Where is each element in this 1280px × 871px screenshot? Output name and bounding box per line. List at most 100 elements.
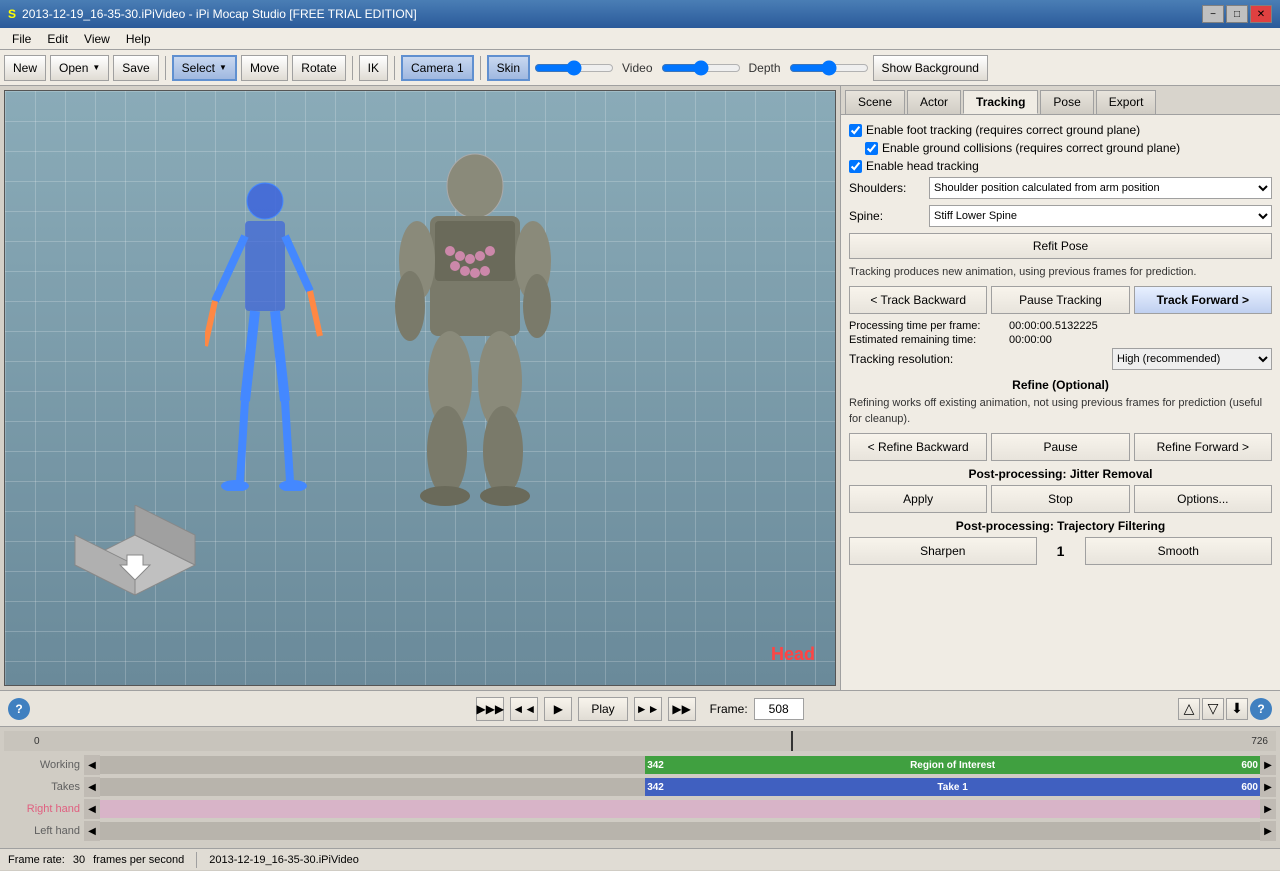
camera-button[interactable]: Camera 1 — [401, 55, 474, 81]
tab-pose[interactable]: Pose — [1040, 90, 1093, 114]
move-button[interactable]: Move — [241, 55, 288, 81]
timeline-next-button[interactable]: ▶ — [1260, 755, 1276, 775]
blue-figure — [205, 171, 325, 491]
fast-forward-button[interactable]: ►► — [634, 697, 662, 721]
spine-label: Spine: — [849, 209, 929, 223]
frame-rate-unit: frames per second — [93, 854, 184, 866]
play-button[interactable]: ▶ — [544, 697, 572, 721]
enable-ground-collisions-row: Enable ground collisions (requires corre… — [865, 141, 1272, 155]
menu-edit[interactable]: Edit — [39, 30, 76, 48]
working-bar[interactable]: 342 Region of Interest 600 — [645, 756, 1260, 774]
pause-tracking-button[interactable]: Pause Tracking — [991, 286, 1129, 314]
right-hand-prev[interactable]: ◀ — [84, 799, 100, 819]
enable-head-tracking-label: Enable head tracking — [866, 159, 979, 173]
smooth-button[interactable]: Smooth — [1085, 537, 1273, 565]
enable-head-tracking-checkbox[interactable] — [849, 160, 862, 173]
go-end-button[interactable]: ▶▶ — [668, 697, 696, 721]
maximize-button[interactable]: □ — [1226, 5, 1248, 23]
zoom-out-button[interactable]: ▽ — [1202, 698, 1224, 720]
tab-actor[interactable]: Actor — [907, 90, 961, 114]
track-backward-button[interactable]: < Track Backward — [849, 286, 987, 314]
rewind-button[interactable]: ◄◄ — [510, 697, 538, 721]
takes-row: Takes ◀ 342 Take 1 600 ▶ — [4, 777, 1276, 797]
refit-pose-button[interactable]: Refit Pose — [849, 233, 1272, 259]
tracking-resolution-select[interactable]: Low Medium High (recommended) Very High — [1112, 348, 1272, 370]
working-track[interactable]: 342 Region of Interest 600 — [100, 756, 1260, 774]
frame-input[interactable]: 508 — [754, 698, 804, 720]
tab-bar: Scene Actor Tracking Pose Export — [841, 86, 1280, 115]
tracking-resolution-row: Tracking resolution: Low Medium High (re… — [849, 348, 1272, 370]
estimated-remaining-row: Estimated remaining time: 00:00:00 — [849, 334, 1272, 346]
select-button[interactable]: Select ▼ — [172, 55, 237, 81]
refine-forward-button[interactable]: Refine Forward > — [1134, 433, 1272, 461]
menu-file[interactable]: File — [4, 30, 39, 48]
help-left-button[interactable]: ? — [8, 698, 30, 720]
takes-next-button[interactable]: ▶ — [1260, 777, 1276, 797]
takes-track[interactable]: 342 Take 1 600 — [100, 778, 1260, 796]
frame-rate-value: 30 — [73, 854, 85, 866]
refine-backward-button[interactable]: < Refine Backward — [849, 433, 987, 461]
viewport[interactable]: 1 Head — [4, 90, 836, 686]
tab-tracking[interactable]: Tracking — [963, 90, 1038, 114]
toolbar: New Open ▼ Save Select ▼ Move Rotate IK … — [0, 50, 1280, 86]
minimize-button[interactable]: − — [1202, 5, 1224, 23]
tab-scene[interactable]: Scene — [845, 90, 905, 114]
estimated-remaining-label: Estimated remaining time: — [849, 334, 1009, 346]
enable-ground-collisions-label: Enable ground collisions (requires corre… — [882, 141, 1180, 155]
video-slider[interactable] — [661, 60, 741, 76]
skin-button[interactable]: Skin — [487, 55, 530, 81]
go-start-button[interactable]: ▶▶▶ — [476, 697, 504, 721]
enable-foot-tracking-checkbox[interactable] — [849, 124, 862, 137]
depth-slider[interactable] — [789, 60, 869, 76]
playhead[interactable] — [791, 731, 793, 751]
ik-button[interactable]: IK — [359, 55, 388, 81]
open-dropdown-arrow[interactable]: ▼ — [92, 63, 100, 72]
left-hand-row: Left hand ◀ ▶ — [4, 821, 1276, 841]
frame-label: Frame: — [710, 702, 748, 716]
shoulders-label: Shoulders: — [849, 181, 929, 195]
right-hand-track — [100, 800, 1260, 818]
trajectory-buttons-row: Sharpen 1 Smooth — [849, 537, 1272, 565]
select-dropdown-arrow[interactable]: ▼ — [219, 63, 227, 72]
show-background-button[interactable]: Show Background — [873, 55, 988, 81]
new-button[interactable]: New — [4, 55, 46, 81]
close-button[interactable]: ✕ — [1250, 5, 1272, 23]
spine-select[interactable]: Stiff Lower Spine — [929, 205, 1272, 227]
track-buttons-row: < Track Backward Pause Tracking Track Fo… — [849, 286, 1272, 314]
titlebar: S 2013-12-19_16-35-30.iPiVideo - iPi Moc… — [0, 0, 1280, 28]
pause-refine-button[interactable]: Pause — [991, 433, 1129, 461]
zoom-controls: △ ▽ ⬇ ? — [1178, 698, 1272, 720]
tab-export[interactable]: Export — [1096, 90, 1157, 114]
options-button[interactable]: Options... — [1134, 485, 1272, 513]
apply-button[interactable]: Apply — [849, 485, 987, 513]
enable-ground-collisions-checkbox[interactable] — [865, 142, 878, 155]
app-icon: S — [8, 7, 16, 21]
zoom-in-button[interactable]: △ — [1178, 698, 1200, 720]
separator-2 — [352, 56, 353, 80]
rotate-button[interactable]: Rotate — [292, 55, 345, 81]
takes-prev-button[interactable]: ◀ — [84, 777, 100, 797]
stop-button[interactable]: Stop — [991, 485, 1129, 513]
zoom-fit-button[interactable]: ⬇ — [1226, 698, 1248, 720]
sharpen-button[interactable]: Sharpen — [849, 537, 1037, 565]
save-button[interactable]: Save — [113, 55, 158, 81]
timeline-prev-button[interactable]: ◀ — [84, 755, 100, 775]
menu-help[interactable]: Help — [118, 30, 159, 48]
left-hand-prev[interactable]: ◀ — [84, 821, 100, 841]
skin-slider[interactable] — [534, 60, 614, 76]
working-bar-start: 342 — [647, 760, 664, 771]
help-right-button[interactable]: ? — [1250, 698, 1272, 720]
left-hand-next[interactable]: ▶ — [1260, 821, 1276, 841]
menu-view[interactable]: View — [76, 30, 118, 48]
play-text-button[interactable]: Play — [578, 697, 627, 721]
track-forward-button[interactable]: Track Forward > — [1134, 286, 1272, 314]
shoulders-select[interactable]: Shoulder position calculated from arm po… — [929, 177, 1272, 199]
frame-rate-label: Frame rate: — [8, 854, 65, 866]
right-hand-next[interactable]: ▶ — [1260, 799, 1276, 819]
takes-bar[interactable]: 342 Take 1 600 — [645, 778, 1260, 796]
jitter-buttons-row: Apply Stop Options... — [849, 485, 1272, 513]
takes-label: Takes — [4, 781, 84, 793]
open-button[interactable]: Open ▼ — [50, 55, 109, 81]
right-panel: Scene Actor Tracking Pose Export Enable … — [840, 86, 1280, 690]
enable-foot-tracking-label: Enable foot tracking (requires correct g… — [866, 123, 1140, 137]
